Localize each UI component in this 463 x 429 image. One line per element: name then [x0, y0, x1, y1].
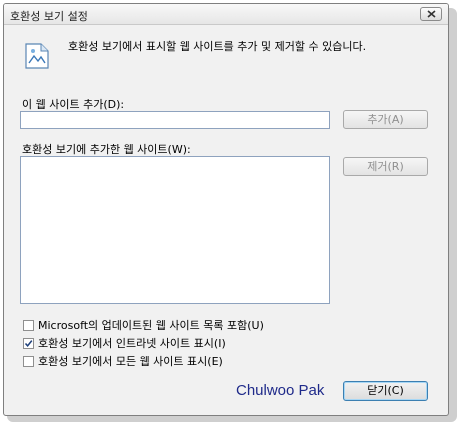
checkbox-checked[interactable] [23, 337, 34, 349]
option-label: Microsoft의 업데이트된 웹 사이트 목록 포함(U) [38, 319, 264, 332]
add-site-input[interactable] [20, 111, 330, 129]
checkmark-icon [24, 339, 33, 347]
option-include-ms-list[interactable]: Microsoft의 업데이트된 웹 사이트 목록 포함(U) [23, 318, 264, 332]
close-icon [427, 10, 436, 18]
add-button[interactable]: 추가(A) [343, 110, 428, 129]
signature-text: Chulwoo Pak [236, 382, 325, 399]
checkbox-unchecked[interactable] [23, 319, 34, 331]
document-icon [25, 43, 49, 69]
remove-button[interactable]: 제거(R) [343, 157, 428, 176]
option-all-sites[interactable]: 호환성 보기에서 모든 웹 사이트 표시(E) [23, 354, 223, 368]
option-label: 호환성 보기에서 인트라넷 사이트 표시(I) [38, 337, 226, 350]
option-intranet-sites[interactable]: 호환성 보기에서 인트라넷 사이트 표시(I) [23, 336, 226, 350]
window-title: 호환성 보기 설정 [10, 10, 88, 23]
description-text: 호환성 보기에서 표시할 웹 사이트를 추가 및 제거할 수 있습니다. [68, 40, 367, 53]
site-list-label: 호환성 보기에 추가한 웹 사이트(W): [22, 143, 191, 156]
site-list-box[interactable] [20, 156, 330, 304]
option-label: 호환성 보기에서 모든 웹 사이트 표시(E) [38, 355, 223, 368]
compatibility-view-dialog: 호환성 보기 설정 호환성 보기에서 표시할 웹 사이트를 추가 및 제거할 수… [3, 3, 449, 416]
add-site-label: 이 웹 사이트 추가(D): [22, 98, 125, 111]
titlebar-close-button[interactable] [420, 7, 442, 21]
close-button[interactable]: 닫기(C) [343, 381, 428, 401]
title-bar[interactable]: 호환성 보기 설정 [4, 4, 448, 25]
checkbox-unchecked[interactable] [23, 355, 34, 367]
